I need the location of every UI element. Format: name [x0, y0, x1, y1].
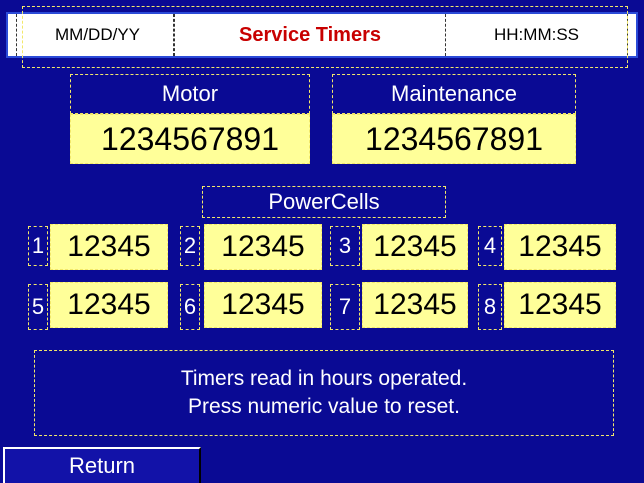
powercell-number: 6	[180, 284, 200, 330]
powercell-timer-value[interactable]: 12345	[204, 224, 322, 270]
info-panel: Timers read in hours operated. Press num…	[34, 350, 614, 436]
info-line-2: Press numeric value to reset.	[188, 395, 460, 418]
powercell-timer-value[interactable]: 12345	[504, 224, 616, 270]
maintenance-timer-value[interactable]: 1234567891	[332, 114, 576, 164]
powercell-number: 4	[478, 226, 502, 266]
return-button[interactable]: Return	[3, 447, 201, 483]
header-frame	[22, 6, 628, 68]
powercell-timer-value[interactable]: 12345	[504, 282, 616, 328]
maintenance-label: Maintenance	[332, 74, 576, 114]
powercell-number: 3	[330, 226, 360, 266]
powercell-number: 1	[28, 226, 48, 266]
header-divider	[14, 14, 17, 56]
powercell-number: 7	[330, 284, 360, 330]
powercell-number: 8	[478, 284, 502, 330]
powercell-number: 2	[180, 226, 200, 266]
powercell-timer-value[interactable]: 12345	[362, 282, 468, 328]
powercell-timer-value[interactable]: 12345	[50, 224, 168, 270]
powercell-timer-value[interactable]: 12345	[204, 282, 322, 328]
info-line-1: Timers read in hours operated.	[180, 367, 468, 390]
powercells-label: PowerCells	[202, 186, 446, 218]
powercell-timer-value[interactable]: 12345	[50, 282, 168, 328]
motor-label: Motor	[70, 74, 310, 114]
powercell-number: 5	[28, 284, 48, 330]
powercell-timer-value[interactable]: 12345	[362, 224, 468, 270]
motor-timer-value[interactable]: 1234567891	[70, 114, 310, 164]
